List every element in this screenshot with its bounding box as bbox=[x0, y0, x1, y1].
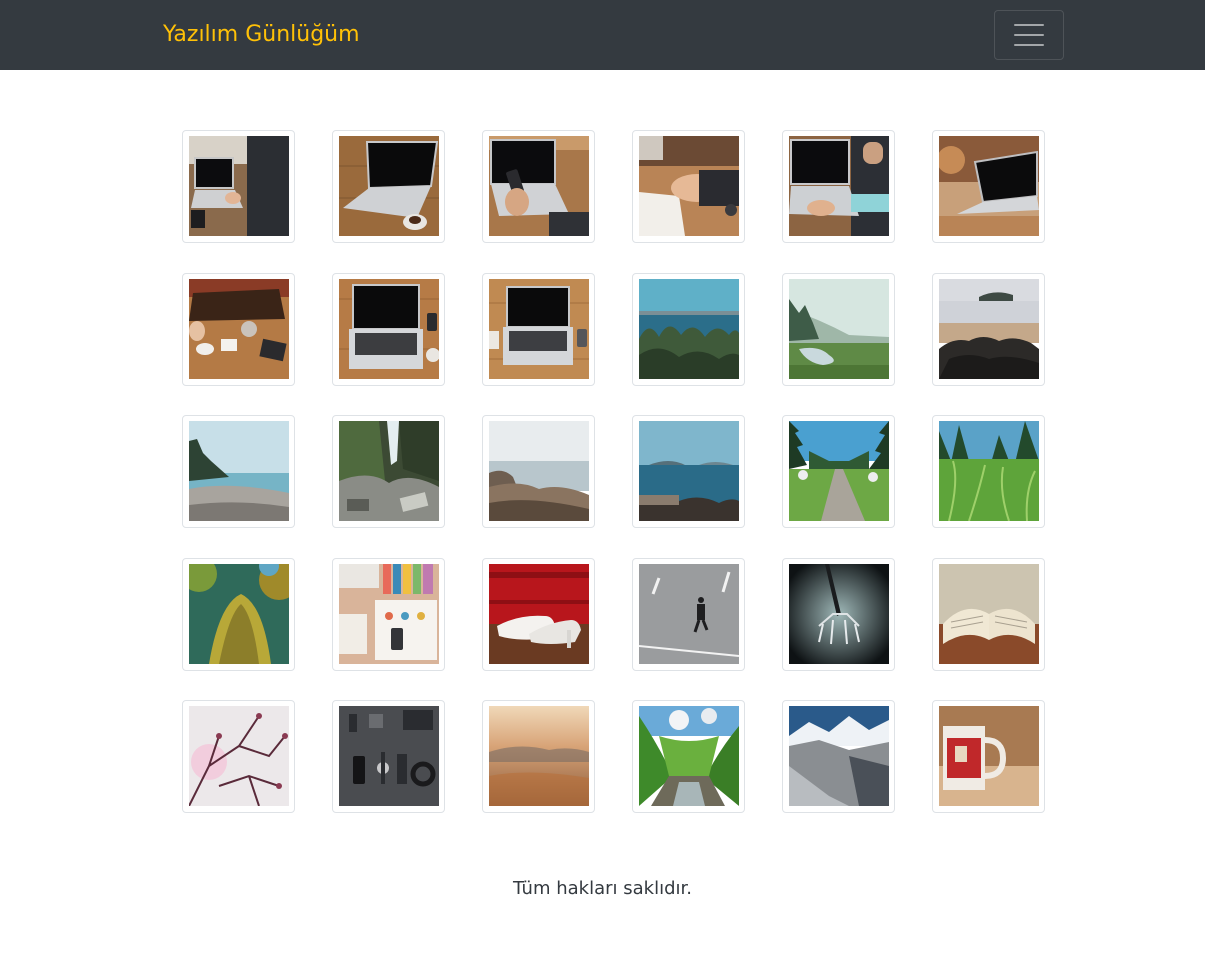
photo-beach-dark-rocks bbox=[939, 279, 1039, 379]
photo-laptop-desk-warm-light bbox=[939, 136, 1039, 236]
gallery-thumbnail[interactable] bbox=[932, 415, 1045, 528]
gallery-thumbnail[interactable] bbox=[632, 700, 745, 813]
gallery-thumbnail[interactable] bbox=[332, 700, 445, 813]
photo-grass-pine-trees bbox=[939, 421, 1039, 521]
photo-table-meeting-leather-bag bbox=[189, 279, 289, 379]
photo-rocky-shore-calm-sea bbox=[489, 421, 589, 521]
photo-white-heels-red-wall bbox=[489, 564, 589, 664]
photo-laptop-coffee-wooden-table bbox=[339, 136, 439, 236]
gallery-thumbnail[interactable] bbox=[482, 273, 595, 386]
photo-pebble-beach-coast bbox=[189, 421, 289, 521]
photo-sea-horizon-bushes bbox=[639, 279, 739, 379]
photo-fork-dark bbox=[789, 564, 889, 664]
photo-desk-flatlay-stationery bbox=[339, 564, 439, 664]
gallery-thumbnail[interactable] bbox=[332, 273, 445, 386]
photo-gadgets-flatlay bbox=[339, 706, 439, 806]
gallery-thumbnail[interactable] bbox=[932, 130, 1045, 243]
gallery-thumbnail[interactable] bbox=[482, 415, 595, 528]
photo-laptop-top-view-wood-2 bbox=[489, 279, 589, 379]
gallery-thumbnail[interactable] bbox=[932, 558, 1045, 671]
gallery-thumbnail[interactable] bbox=[332, 130, 445, 243]
photo-laptop-phone-hands bbox=[489, 136, 589, 236]
gallery-thumbnail[interactable] bbox=[482, 130, 595, 243]
gallery-thumbnail[interactable] bbox=[632, 415, 745, 528]
gallery-thumbnail[interactable] bbox=[632, 130, 745, 243]
gallery-thumbnail[interactable] bbox=[632, 558, 745, 671]
gallery-thumbnail[interactable] bbox=[482, 558, 595, 671]
photo-aerial-clouds-sunset bbox=[489, 706, 589, 806]
gallery-thumbnail[interactable] bbox=[782, 700, 895, 813]
photo-mossy-tree-trunk bbox=[189, 564, 289, 664]
gallery-thumbnail[interactable] bbox=[932, 273, 1045, 386]
photo-green-valley-stream bbox=[639, 706, 739, 806]
copyright-text: Tüm hakları saklıdır. bbox=[513, 878, 692, 899]
photo-red-mug bbox=[939, 706, 1039, 806]
gallery-thumbnail[interactable] bbox=[182, 130, 295, 243]
gallery-thumbnail[interactable] bbox=[482, 700, 595, 813]
gallery-thumbnail[interactable] bbox=[932, 700, 1045, 813]
gallery-thumbnail[interactable] bbox=[182, 415, 295, 528]
photo-laptop-typing-man bbox=[189, 136, 289, 236]
photo-man-typing-laptop bbox=[789, 136, 889, 236]
gallery-thumbnail[interactable] bbox=[782, 558, 895, 671]
photo-sea-rocks-island bbox=[639, 421, 739, 521]
photo-gallery bbox=[0, 0, 1205, 963]
photo-open-book bbox=[939, 564, 1039, 664]
gallery-thumbnail[interactable] bbox=[782, 130, 895, 243]
photo-forest-path bbox=[789, 421, 889, 521]
photo-foggy-valley-river bbox=[789, 279, 889, 379]
photo-laptop-top-view-wood bbox=[339, 279, 439, 379]
gallery-thumbnail[interactable] bbox=[332, 415, 445, 528]
gallery-thumbnail[interactable] bbox=[782, 415, 895, 528]
gallery-thumbnail[interactable] bbox=[182, 273, 295, 386]
photo-pink-blossom-branches bbox=[189, 706, 289, 806]
photo-hands-notebook-writing bbox=[639, 136, 739, 236]
photo-snowy-mountains bbox=[789, 706, 889, 806]
gallery-thumbnail[interactable] bbox=[182, 700, 295, 813]
photo-waterfall-rocks bbox=[339, 421, 439, 521]
gallery-thumbnail[interactable] bbox=[182, 558, 295, 671]
photo-person-walking-road bbox=[639, 564, 739, 664]
gallery-thumbnail[interactable] bbox=[632, 273, 745, 386]
gallery-thumbnail[interactable] bbox=[782, 273, 895, 386]
gallery-thumbnail[interactable] bbox=[332, 558, 445, 671]
